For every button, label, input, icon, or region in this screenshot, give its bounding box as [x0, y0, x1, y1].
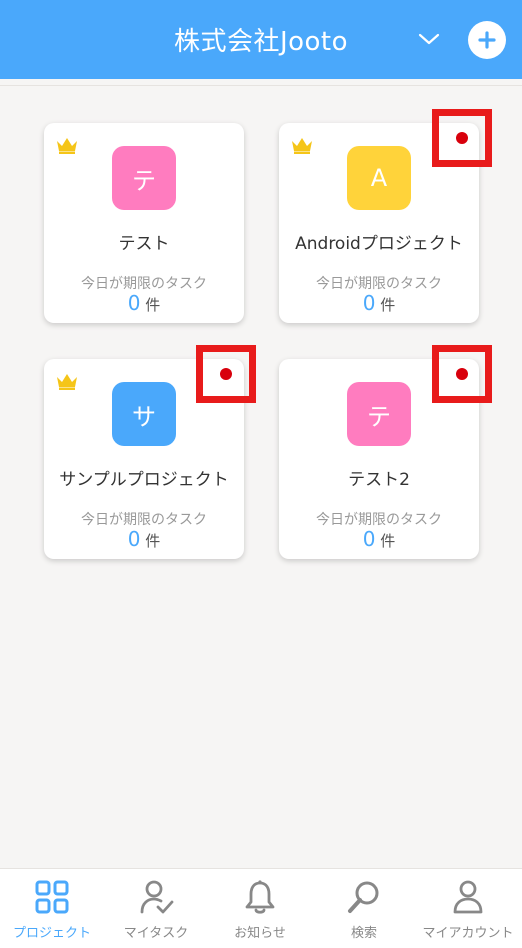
nav-label: 検索 — [350, 926, 377, 941]
project-initial: テ — [132, 166, 156, 195]
deadline-label: 今日が期限のタスク — [81, 276, 207, 292]
deadline-count: 0 件 — [44, 291, 244, 315]
nav-item-my-tasks[interactable]: マイタスク — [104, 869, 208, 948]
workspace-title[interactable]: 株式会社Jooto — [174, 21, 348, 58]
notification-dot-icon — [456, 132, 468, 144]
task-count: 0 — [127, 291, 141, 315]
search-icon — [348, 881, 379, 913]
project-avatar: テ — [347, 382, 411, 446]
header-divider — [0, 85, 522, 86]
project-name: テスト — [118, 234, 170, 254]
nav-label: お知らせ — [234, 926, 286, 941]
project-avatar: A — [347, 146, 411, 210]
count-unit: 件 — [380, 532, 396, 550]
project-name: Androidプロジェクト — [295, 234, 463, 254]
project-avatar: テ — [112, 146, 176, 210]
account-icon — [453, 880, 483, 914]
nav-item-search[interactable]: 検索 — [312, 869, 416, 948]
bell-icon — [245, 880, 275, 914]
notification-badge[interactable] — [196, 345, 256, 403]
notification-badge[interactable] — [432, 345, 492, 403]
nav-label: マイタスク — [123, 926, 189, 941]
count-unit: 件 — [145, 296, 161, 314]
deadline-label: 今日が期限のタスク — [316, 512, 442, 528]
crown-icon — [57, 374, 77, 390]
nav-item-projects[interactable]: プロジェクト — [0, 869, 104, 948]
project-initial: サ — [132, 402, 156, 431]
bottom-navigation: プロジェクト マイタスク お知らせ 検索 マイアカウント — [0, 868, 522, 948]
grid-icon — [35, 880, 69, 914]
chevron-down-icon[interactable] — [416, 28, 442, 50]
count-unit: 件 — [145, 532, 161, 550]
notification-badge[interactable] — [432, 109, 492, 167]
deadline-count: 0 件 — [44, 527, 244, 551]
add-project-button[interactable] — [468, 21, 506, 59]
task-count: 0 — [362, 291, 376, 315]
project-name: サンプルプロジェクト — [59, 470, 229, 490]
app-screen: 株式会社Jooto テ テスト 今日が期限のタスク 0 件 A Androidプ… — [0, 0, 522, 948]
project-card[interactable]: テ テスト 今日が期限のタスク 0 件 — [44, 123, 244, 323]
deadline-label: 今日が期限のタスク — [81, 512, 207, 528]
user-check-icon — [140, 880, 174, 914]
task-count: 0 — [362, 527, 376, 551]
deadline-label: 今日が期限のタスク — [316, 276, 442, 292]
nav-item-my-account[interactable]: マイアカウント — [416, 869, 520, 948]
project-initial: A — [370, 164, 388, 192]
count-unit: 件 — [380, 296, 396, 314]
project-name: テスト2 — [348, 470, 410, 490]
nav-item-notifications[interactable]: お知らせ — [208, 869, 312, 948]
nav-label: マイアカウント — [422, 926, 514, 941]
deadline-count: 0 件 — [279, 291, 479, 315]
crown-icon — [292, 138, 312, 154]
task-count: 0 — [127, 527, 141, 551]
nav-label: プロジェクト — [12, 926, 91, 941]
project-initial: テ — [367, 402, 391, 431]
notification-dot-icon — [220, 368, 232, 380]
plus-icon — [478, 31, 496, 49]
notification-dot-icon — [456, 368, 468, 380]
app-header: 株式会社Jooto — [0, 0, 522, 79]
project-avatar: サ — [112, 382, 176, 446]
deadline-count: 0 件 — [279, 527, 479, 551]
crown-icon — [57, 138, 77, 154]
